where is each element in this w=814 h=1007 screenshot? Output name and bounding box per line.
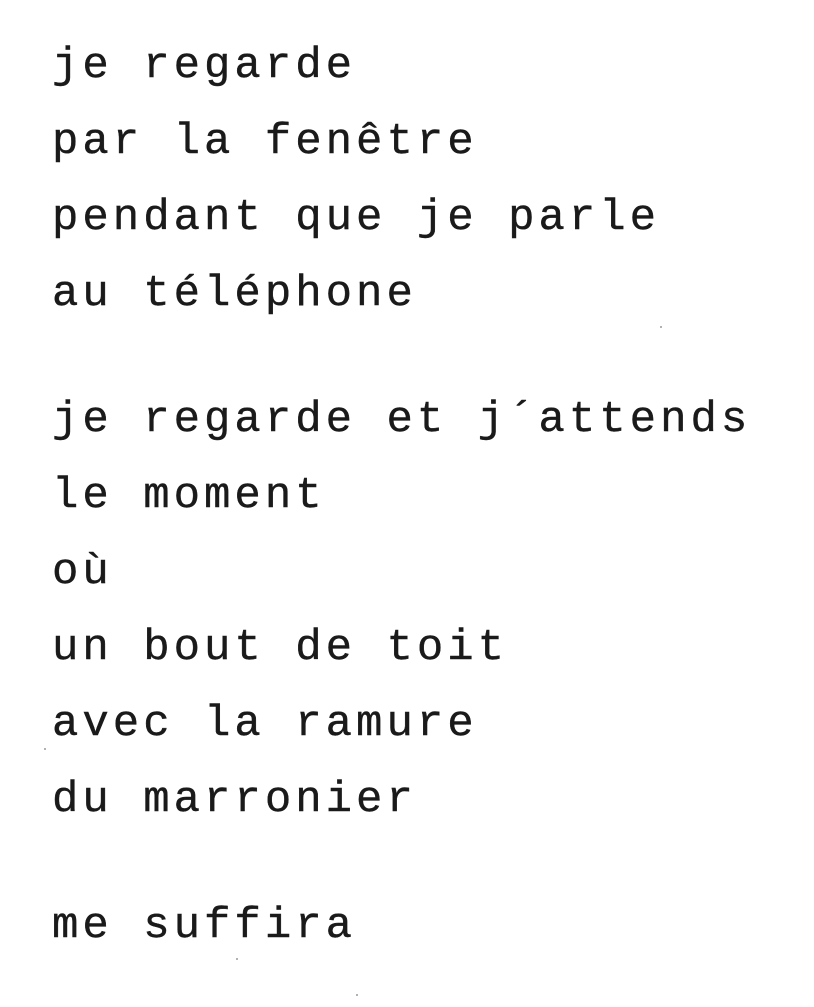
poem-line: au téléphone xyxy=(52,269,417,319)
poem-line: où xyxy=(52,547,113,597)
stanza-1: je regarde par la fenêtre pendant que je… xyxy=(52,28,751,332)
stanza-3: me suffira xyxy=(52,888,751,964)
stanza-2: je regarde et j´attends le moment où un … xyxy=(52,382,751,838)
stanza-gap xyxy=(52,838,751,888)
poem-line: je regarde et j´attends xyxy=(52,395,752,445)
paper-speck xyxy=(356,994,358,996)
poem-line: le moment xyxy=(52,471,326,521)
paper-speck xyxy=(660,326,662,328)
poem-line: pendant que je parle xyxy=(52,193,661,243)
stanza-gap xyxy=(52,332,751,382)
poem: je regarde par la fenêtre pendant que je… xyxy=(52,28,751,964)
poem-line: du marronier xyxy=(52,775,417,825)
paper-speck xyxy=(44,748,46,750)
poem-line: un bout de toit xyxy=(52,623,509,673)
poem-line: me suffira xyxy=(52,901,357,951)
poem-line: avec la ramure xyxy=(52,699,478,749)
poem-line: je regarde xyxy=(52,41,357,91)
poem-line: par la fenêtre xyxy=(52,117,478,167)
paper-speck xyxy=(236,958,238,960)
typewritten-page: je regarde par la fenêtre pendant que je… xyxy=(0,0,814,1007)
